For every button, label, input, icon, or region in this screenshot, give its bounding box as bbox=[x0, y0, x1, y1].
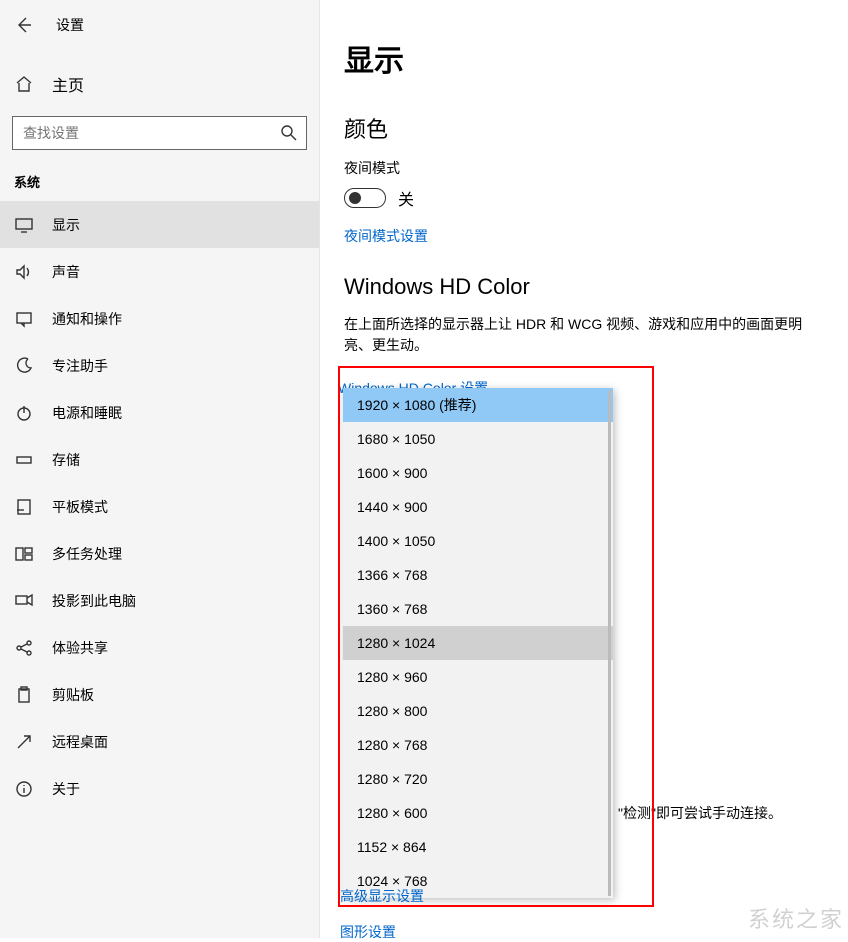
project-icon bbox=[14, 591, 34, 611]
sidebar-item-power[interactable]: 电源和睡眠 bbox=[0, 389, 319, 436]
resolution-option[interactable]: 1280 × 720 bbox=[343, 762, 613, 796]
color-heading: 颜色 bbox=[344, 112, 824, 144]
sidebar-item-display[interactable]: 显示 bbox=[0, 201, 319, 248]
resolution-option[interactable]: 1600 × 900 bbox=[343, 456, 613, 490]
sidebar-item-storage[interactable]: 存储 bbox=[0, 436, 319, 483]
sidebar-item-project[interactable]: 投影到此电脑 bbox=[0, 577, 319, 624]
sidebar-item-label: 专注助手 bbox=[52, 356, 108, 376]
notifications-icon bbox=[14, 309, 34, 329]
power-icon bbox=[14, 403, 34, 423]
resolution-option[interactable]: 1152 × 864 bbox=[343, 830, 613, 864]
resolution-option[interactable]: 1366 × 768 bbox=[343, 558, 613, 592]
about-icon bbox=[14, 779, 34, 799]
home-label: 主页 bbox=[52, 72, 84, 96]
resolution-dropdown[interactable]: 1920 × 1080 (推荐)1680 × 10501600 × 900144… bbox=[343, 388, 613, 898]
resolution-option[interactable]: 1440 × 900 bbox=[343, 490, 613, 524]
night-mode-label: 夜间模式 bbox=[344, 158, 824, 178]
resolution-option[interactable]: 1280 × 1024 bbox=[343, 626, 613, 660]
sidebar-item-label: 平板模式 bbox=[52, 497, 108, 517]
hdcolor-description: 在上面所选择的显示器上让 HDR 和 WCG 视频、游戏和应用中的画面更明亮、更… bbox=[344, 314, 824, 356]
resolution-option[interactable]: 1680 × 1050 bbox=[343, 422, 613, 456]
resolution-option[interactable]: 1280 × 960 bbox=[343, 660, 613, 694]
sidebar-item-label: 通知和操作 bbox=[52, 309, 122, 329]
sidebar-item-notifications[interactable]: 通知和操作 bbox=[0, 295, 319, 342]
sidebar-item-sound[interactable]: 声音 bbox=[0, 248, 319, 295]
storage-icon bbox=[14, 450, 34, 470]
sidebar-panel: 设置 主页 系统 显示 声音 通知和操作 专注助手 电源和睡眠 存储 平板模式 … bbox=[0, 0, 320, 938]
hdcolor-heading: Windows HD Color bbox=[344, 274, 824, 300]
window-title: 设置 bbox=[56, 15, 84, 35]
sidebar-item-label: 关于 bbox=[52, 779, 80, 799]
tablet-icon bbox=[14, 497, 34, 517]
sidebar-item-multitask[interactable]: 多任务处理 bbox=[0, 530, 319, 577]
sidebar-item-focus[interactable]: 专注助手 bbox=[0, 342, 319, 389]
advanced-display-link[interactable]: 高级显示设置 bbox=[340, 886, 424, 906]
sidebar-item-label: 剪贴板 bbox=[52, 685, 94, 705]
detect-hint-text: "检测"即可尝试手动连接。 bbox=[618, 803, 782, 823]
resolution-option[interactable]: 1360 × 768 bbox=[343, 592, 613, 626]
sidebar-item-label: 存储 bbox=[52, 450, 80, 470]
night-mode-toggle[interactable] bbox=[344, 188, 386, 208]
sidebar-item-label: 声音 bbox=[52, 262, 80, 282]
sound-icon bbox=[14, 262, 34, 282]
sidebar-item-share[interactable]: 体验共享 bbox=[0, 624, 319, 671]
sidebar-nav: 显示 声音 通知和操作 专注助手 电源和睡眠 存储 平板模式 多任务处理 投影到… bbox=[0, 201, 319, 812]
display-icon bbox=[14, 215, 34, 235]
sidebar-item-label: 投影到此电脑 bbox=[52, 591, 136, 611]
sidebar-item-remote[interactable]: 远程桌面 bbox=[0, 718, 319, 765]
remote-icon bbox=[14, 732, 34, 752]
search-icon bbox=[279, 123, 299, 143]
scrollbar[interactable] bbox=[608, 390, 611, 896]
sidebar-item-tablet[interactable]: 平板模式 bbox=[0, 483, 319, 530]
sidebar-item-label: 多任务处理 bbox=[52, 544, 122, 564]
graphics-settings-link[interactable]: 图形设置 bbox=[340, 922, 396, 942]
search-input[interactable] bbox=[12, 116, 307, 150]
night-mode-settings-link[interactable]: 夜间模式设置 bbox=[344, 226, 824, 246]
resolution-option[interactable]: 1920 × 1080 (推荐) bbox=[343, 388, 613, 422]
sidebar-item-label: 电源和睡眠 bbox=[52, 403, 122, 423]
resolution-option[interactable]: 1280 × 768 bbox=[343, 728, 613, 762]
multitask-icon bbox=[14, 544, 34, 564]
section-label: 系统 bbox=[0, 150, 319, 201]
sidebar-item-clipboard[interactable]: 剪贴板 bbox=[0, 671, 319, 718]
focus-icon bbox=[14, 356, 34, 376]
page-title: 显示 bbox=[344, 36, 824, 80]
sidebar-item-label: 显示 bbox=[52, 215, 80, 235]
resolution-option[interactable]: 1400 × 1050 bbox=[343, 524, 613, 558]
clipboard-icon bbox=[14, 685, 34, 705]
home-row[interactable]: 主页 bbox=[0, 64, 319, 104]
home-icon bbox=[14, 74, 34, 94]
share-icon bbox=[14, 638, 34, 658]
night-mode-state: 关 bbox=[398, 186, 414, 210]
resolution-option[interactable]: 1280 × 800 bbox=[343, 694, 613, 728]
back-icon[interactable] bbox=[14, 15, 34, 35]
sidebar-item-label: 远程桌面 bbox=[52, 732, 108, 752]
sidebar-item-about[interactable]: 关于 bbox=[0, 765, 319, 812]
resolution-option[interactable]: 1280 × 600 bbox=[343, 796, 613, 830]
sidebar-item-label: 体验共享 bbox=[52, 638, 108, 658]
